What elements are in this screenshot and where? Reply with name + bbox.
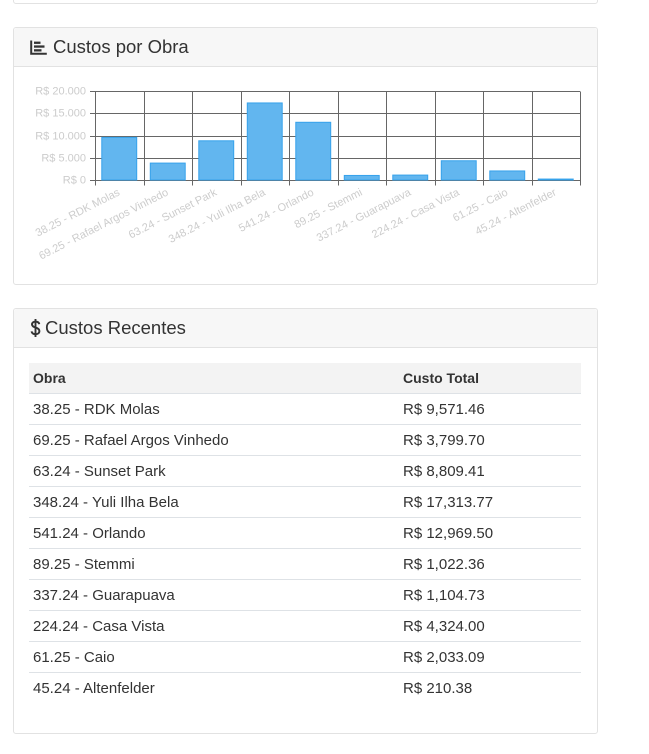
y-tick-label: R$ 5.000 — [41, 152, 86, 164]
bar[interactable] — [537, 178, 574, 181]
bar-chart-icon-graphic — [30, 40, 47, 55]
cell-custo-total: R$ 1,022.36 — [399, 548, 581, 579]
y-tick-label: R$ 0 — [63, 174, 86, 186]
icon-bar — [34, 48, 42, 51]
table-row: 63.24 - Sunset Park R$ 8,809.41 — [29, 455, 581, 486]
cell-obra: 38.25 - RDK Molas — [33, 400, 160, 418]
table-row: 38.25 - RDK Molas R$ 9,571.46 — [29, 394, 581, 424]
card-title: Custos por Obra — [53, 35, 189, 57]
table-row: 61.25 - Caio R$ 2,033.09 — [29, 641, 581, 672]
costs-by-project-card: Custos por Obra R$ 0 R$ 5.000 R$ 10.000 R$ … — [13, 27, 598, 285]
cell-custo-total: R$ 12,969.50 — [399, 517, 581, 548]
card-header: Custos por Obra — [14, 28, 597, 67]
table-row: 337.24 - Guarapuava R$ 1,104.73 — [29, 579, 581, 610]
recent-costs-table: Obra Custo Total 38.25 - RDK Molas R$ 9,5… — [29, 363, 581, 703]
cell-custo-total: R$ 17,313.77 — [399, 486, 581, 517]
icon-bar — [34, 44, 45, 48]
cell-obra: 89.25 - Stemmi — [29, 548, 399, 579]
costs-bar-chart: R$ 0R$ 5.000R$ 10.000R$ 15.000R$ 20.0003… — [34, 85, 581, 262]
bar[interactable] — [149, 162, 186, 181]
bar[interactable] — [343, 174, 380, 181]
y-tick-label: R$ 20.000 — [35, 85, 86, 97]
previous-card — [13, 0, 598, 4]
card-body: Obra Custo Total 38.25 - RDK Molas R$ 9,5… — [14, 348, 597, 718]
table-row: 69.25 - Rafael Argos Vinhedo R$ 3,799.70 — [29, 424, 581, 455]
recent-costs-card: Custos Recentes Obra Custo Total 38.25 -… — [13, 308, 598, 734]
cell-obra: 45.24 - Altenfelder — [29, 672, 399, 703]
bar[interactable] — [198, 140, 235, 181]
cell-custo-total: R$ 4,324.00 — [399, 610, 581, 641]
y-tick-label: R$ 15.000 — [35, 107, 86, 119]
cell-custo-total: R$ 3,799.70 — [399, 424, 581, 455]
card-header: Custos Recentes — [14, 309, 597, 348]
dollar-sign-icon-graphic — [30, 319, 41, 337]
table-head: Obra Custo Total — [29, 363, 581, 394]
cell-obra: 63.24 - Sunset Park — [29, 455, 399, 486]
bar[interactable] — [246, 102, 283, 181]
x-tick-label: 224.24 - Casa Vista — [370, 186, 462, 241]
card-title: Custos Recentes — [45, 316, 186, 338]
bar-chart-icon — [30, 40, 47, 55]
cell-obra: 69.25 - Rafael Argos Vinhedo — [29, 424, 399, 455]
icon-bar — [34, 41, 41, 44]
cell-obra: 61.25 - Caio — [29, 641, 399, 672]
table-row: 224.24 - Casa Vista R$ 4,324.00 — [29, 610, 581, 641]
column-header-custo-total: Custo Total — [399, 363, 581, 394]
cell-obra: 337.24 - Guarapuava — [29, 579, 399, 610]
bar[interactable] — [295, 121, 332, 181]
bar[interactable] — [440, 160, 477, 181]
cell-custo-total: R$ 2,033.09 — [399, 641, 581, 672]
cell-custo-total: R$ 1,104.73 — [399, 579, 581, 610]
cell-custo-total: R$ 8,809.41 — [399, 455, 581, 486]
table-row: 541.24 - Orlando R$ 12,969.50 — [29, 517, 581, 548]
cell-obra: 541.24 - Orlando — [29, 517, 399, 548]
bar[interactable] — [489, 170, 526, 181]
y-tick-label: R$ 10.000 — [35, 130, 86, 142]
x-tick-label: 45.24 - Altenfelder — [473, 186, 558, 237]
table-body: 38.25 - RDK Molas R$ 9,571.46 69.25 - Rafa… — [29, 394, 581, 703]
table-row: 45.24 - Altenfelder R$ 210.38 — [29, 672, 581, 703]
table-row: 348.24 - Yuli Ilha Bela R$ 17,313.77 — [29, 486, 581, 517]
cell-custo-total: R$ 9,571.46 — [403, 400, 485, 418]
bar[interactable] — [101, 136, 138, 181]
table-header-row: Obra Custo Total — [29, 363, 581, 394]
cell-obra: 224.24 - Casa Vista — [29, 610, 399, 641]
table-row: 89.25 - Stemmi R$ 1,022.36 — [29, 548, 581, 579]
cell-obra: 348.24 - Yuli Ilha Bela — [29, 486, 399, 517]
cell-custo-total: R$ 210.38 — [399, 672, 581, 703]
column-header-obra: Obra — [29, 363, 399, 394]
bar[interactable] — [392, 174, 429, 181]
dollar-sign-icon — [30, 318, 41, 338]
